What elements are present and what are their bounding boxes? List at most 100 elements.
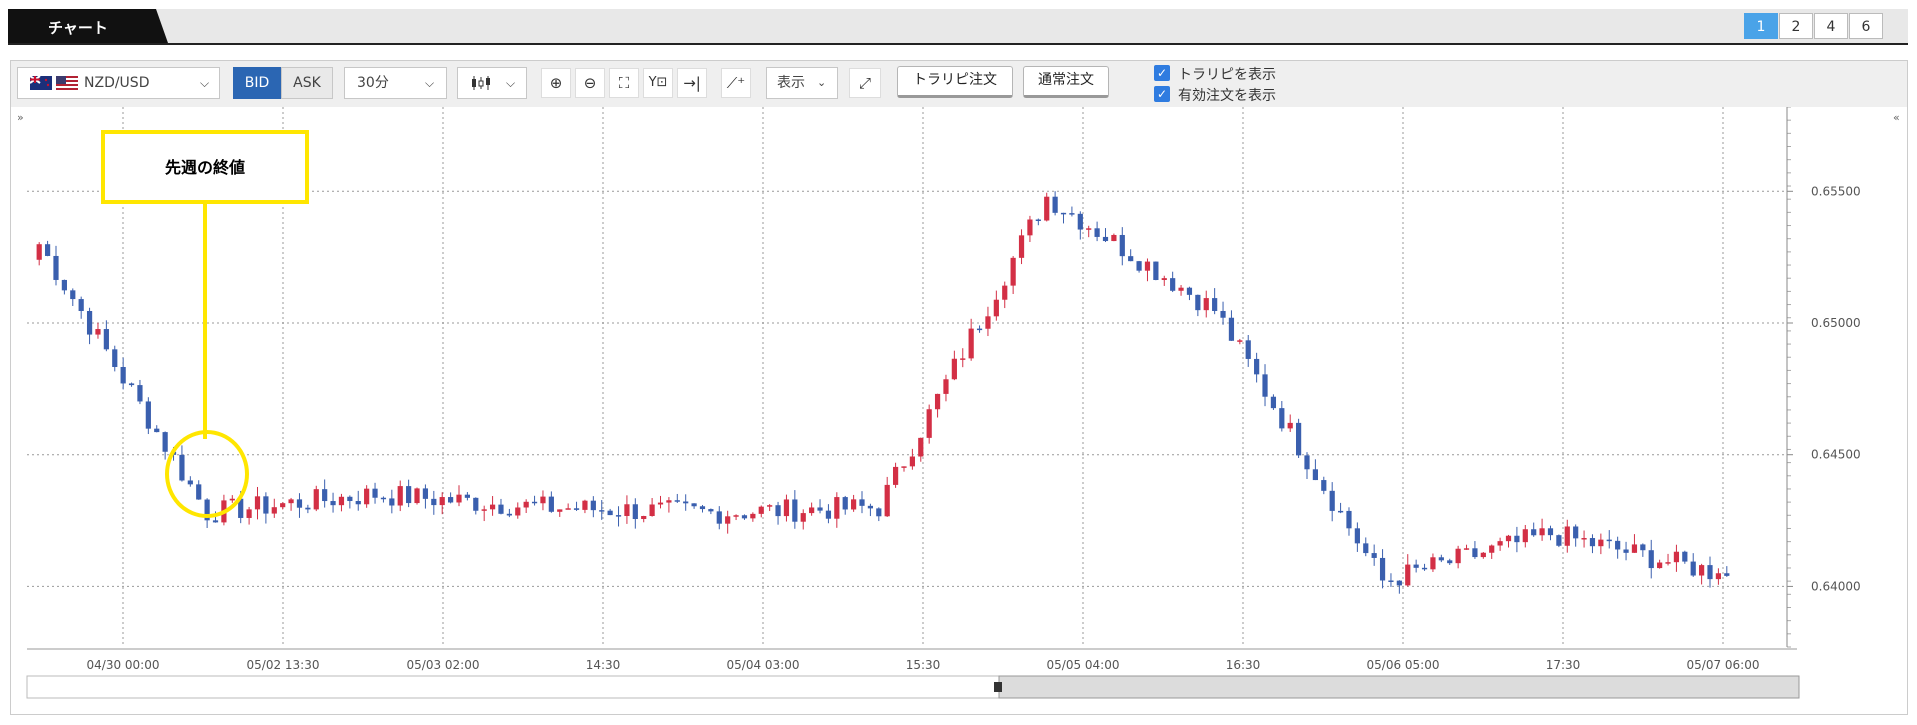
candle-body xyxy=(1270,396,1277,409)
collapse-right-icon[interactable]: « xyxy=(1893,111,1900,124)
candle-body xyxy=(1245,340,1251,359)
candle-body xyxy=(506,513,512,516)
page-2-button[interactable]: 2 xyxy=(1779,13,1813,39)
candle-body xyxy=(364,488,370,505)
candle-body xyxy=(254,496,261,510)
candle-body xyxy=(557,509,563,512)
candle-body xyxy=(154,428,160,433)
ask-button[interactable]: ASK xyxy=(281,67,333,99)
candle-body xyxy=(1379,557,1386,581)
candle-body xyxy=(1018,235,1025,258)
candle-body xyxy=(1195,294,1201,311)
candle-body xyxy=(800,513,806,522)
candle-body xyxy=(1077,213,1083,230)
x-tick-label: 05/07 06:00 xyxy=(1687,658,1760,672)
candle-body xyxy=(212,520,219,523)
show-active-orders-checkbox[interactable]: ✓ xyxy=(1154,86,1170,102)
candle-body xyxy=(263,496,269,514)
interval-select[interactable]: 30分 ⌵ xyxy=(344,67,447,99)
chart-type-select[interactable]: ⌵ xyxy=(457,67,527,99)
candle-body xyxy=(1573,526,1579,539)
zoom-in-icon[interactable]: ⊕ xyxy=(541,68,571,98)
candle-body xyxy=(162,432,168,452)
candle-body xyxy=(1136,261,1142,271)
candle-body xyxy=(1430,557,1436,570)
candle-body xyxy=(1514,535,1520,543)
flag-icons xyxy=(30,76,78,90)
candle-body xyxy=(1388,580,1394,582)
candle-body xyxy=(305,507,311,510)
candle-body xyxy=(1690,561,1696,576)
candle-body xyxy=(229,498,235,501)
pair-select[interactable]: NZD/USD ⌵ xyxy=(17,67,220,99)
candle-body xyxy=(993,299,999,317)
candle-body xyxy=(355,501,361,505)
candle-body xyxy=(901,466,907,468)
navigator-window[interactable] xyxy=(998,675,1800,699)
expand-icon[interactable]: ⤢ xyxy=(849,68,881,98)
candle-body xyxy=(389,498,395,506)
candle-body xyxy=(783,499,790,517)
page-6-button[interactable]: 6 xyxy=(1849,13,1883,39)
candle-body xyxy=(624,504,630,517)
fit-screen-icon[interactable]: ⛶ xyxy=(609,68,639,98)
x-tick-label: 17:30 xyxy=(1546,658,1581,672)
zoom-out-icon[interactable]: ⊖ xyxy=(575,68,605,98)
candle-body xyxy=(1673,551,1680,563)
candle-body xyxy=(1111,234,1117,242)
candle-body xyxy=(641,515,647,520)
candle-body xyxy=(565,508,571,510)
y-axis-lock-icon[interactable]: Y⊡ xyxy=(643,68,673,98)
scroll-latest-icon[interactable]: →| xyxy=(677,68,707,98)
candle-body xyxy=(1153,261,1159,280)
candle-body xyxy=(859,499,865,506)
candle-body xyxy=(338,496,345,506)
candle-body xyxy=(1304,455,1310,470)
pair-label: NZD/USD xyxy=(84,75,150,91)
page-4-button[interactable]: 4 xyxy=(1814,13,1848,39)
candle-body xyxy=(1707,565,1713,580)
candle-body xyxy=(599,510,605,512)
candle-body xyxy=(456,494,462,503)
add-indicator-icon[interactable]: ⟋⁺ xyxy=(721,68,751,98)
price-chart[interactable]: 0.65500 0.65000 0.64500 0.64000 04/30 00:00… xyxy=(11,107,1907,715)
candle-body xyxy=(1497,541,1503,546)
x-tick-label: 16:30 xyxy=(1226,658,1261,672)
candle-body xyxy=(1178,287,1184,291)
candle-body xyxy=(1396,580,1402,586)
navigator-handle[interactable] xyxy=(994,682,1002,692)
candle-body xyxy=(632,504,638,520)
candle-body xyxy=(943,379,949,394)
candle-body xyxy=(1094,228,1100,237)
display-menu[interactable]: 表示 ⌄ xyxy=(766,67,838,99)
candle-body xyxy=(372,488,378,498)
candle-body xyxy=(809,507,815,514)
candle-body xyxy=(280,503,286,508)
candle-body xyxy=(590,500,596,511)
x-tick-label: 05/02 13:30 xyxy=(247,658,320,672)
candle-body xyxy=(666,500,672,503)
candle-body xyxy=(330,501,336,506)
collapse-left-icon[interactable]: » xyxy=(17,111,24,124)
page-1-button[interactable]: 1 xyxy=(1744,13,1778,39)
traripi-order-button[interactable]: トラリピ注文 xyxy=(897,66,1013,98)
candle-body xyxy=(1027,219,1033,236)
candle-body xyxy=(1564,526,1570,546)
candle-body xyxy=(1170,278,1176,291)
candle-body xyxy=(1455,548,1461,564)
normal-order-button[interactable]: 通常注文 xyxy=(1023,66,1109,98)
show-traripi-checkbox[interactable]: ✓ xyxy=(1154,65,1170,81)
candle-body xyxy=(1505,535,1512,542)
x-tick-label: 05/05 04:00 xyxy=(1047,658,1120,672)
candle-body xyxy=(1060,212,1067,215)
y-axis: 0.65500 0.65000 0.64500 0.64000 xyxy=(1786,107,1861,648)
candle-body xyxy=(548,496,554,512)
candle-body xyxy=(44,244,51,256)
bid-button[interactable]: BID xyxy=(233,67,281,99)
candle-body xyxy=(313,489,319,510)
candle-body xyxy=(1438,557,1444,561)
candle-body xyxy=(1069,213,1075,215)
candle-body xyxy=(86,310,93,335)
candle-body xyxy=(1002,285,1008,300)
candle-body xyxy=(103,329,109,350)
